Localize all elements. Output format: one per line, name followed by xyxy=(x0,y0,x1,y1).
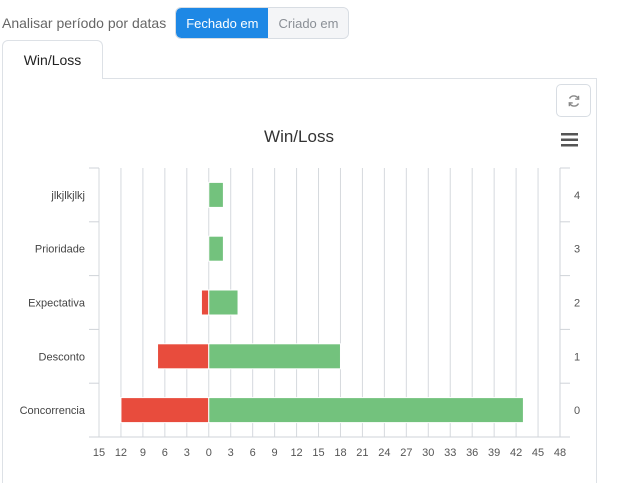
x-tick-label: 12 xyxy=(115,447,127,459)
category-label: jlkjlkjlkj xyxy=(50,190,85,202)
x-tick-label: 45 xyxy=(532,447,544,459)
x-tick-label: 0 xyxy=(206,447,212,459)
x-tick-label: 12 xyxy=(290,447,302,459)
right-axis-label: 4 xyxy=(574,190,580,202)
win-bar[interactable] xyxy=(208,235,224,262)
x-tick-label: 39 xyxy=(488,447,500,459)
win-bar[interactable] xyxy=(208,343,341,370)
win-bar[interactable] xyxy=(208,289,239,316)
x-tick-label: 30 xyxy=(422,447,434,459)
x-tick-label: 15 xyxy=(93,447,105,459)
category-label: Prioridade xyxy=(35,244,85,256)
x-tick-label: 27 xyxy=(400,447,412,459)
x-tick-label: 24 xyxy=(378,447,390,459)
win-bar[interactable] xyxy=(208,397,524,424)
x-tick-label: 48 xyxy=(554,447,566,459)
right-axis-label: 0 xyxy=(574,405,580,417)
menu-line xyxy=(561,144,578,147)
x-tick-label: 3 xyxy=(228,447,234,459)
chart-title: Win/Loss xyxy=(264,127,334,146)
loss-bar[interactable] xyxy=(120,397,210,424)
right-axis-label: 1 xyxy=(574,351,580,363)
x-tick-label: 9 xyxy=(272,447,278,459)
menu-line xyxy=(561,138,578,141)
x-tick-label: 15 xyxy=(312,447,324,459)
x-tick-label: 3 xyxy=(184,447,190,459)
category-label: Desconto xyxy=(39,351,85,363)
x-tick-label: 6 xyxy=(250,447,256,459)
win-bar[interactable] xyxy=(208,181,224,208)
loss-bar[interactable] xyxy=(200,289,210,316)
category-label: Expectativa xyxy=(28,298,86,310)
right-axis-label: 2 xyxy=(574,298,580,310)
x-tick-label: 33 xyxy=(444,447,456,459)
x-tick-label: 42 xyxy=(510,447,522,459)
loss-bar[interactable] xyxy=(157,343,210,370)
category-label: Concorrencia xyxy=(20,405,86,417)
tab-win-loss[interactable]: Win/Loss xyxy=(2,40,103,79)
x-tick-label: 36 xyxy=(466,447,478,459)
right-axis-label: 3 xyxy=(574,244,580,256)
x-tick-label: 21 xyxy=(356,447,368,459)
x-tick-label: 6 xyxy=(162,447,168,459)
x-tick-label: 9 xyxy=(140,447,146,459)
x-tick-label: 18 xyxy=(334,447,346,459)
menu-line xyxy=(561,133,578,136)
chart-menu-button[interactable] xyxy=(561,133,578,147)
